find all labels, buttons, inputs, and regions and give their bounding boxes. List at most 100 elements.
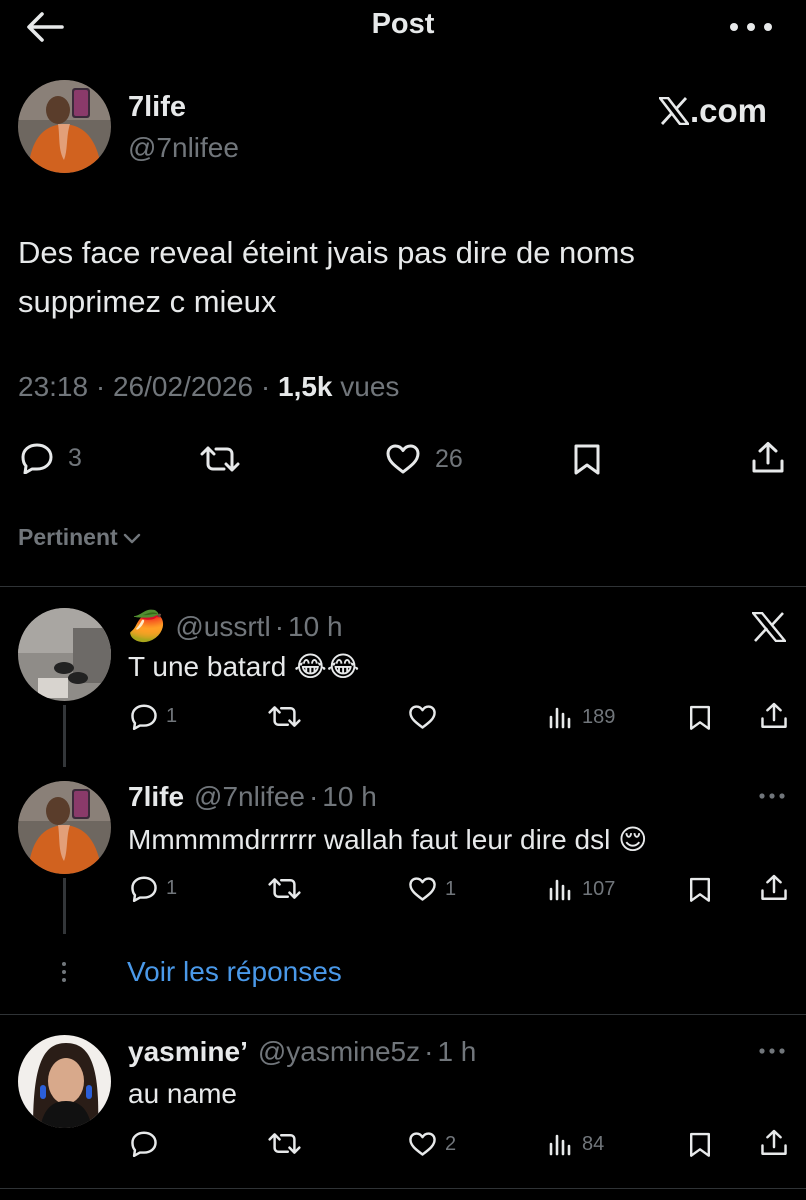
share-button[interactable] — [760, 702, 788, 730]
repost-button[interactable] — [268, 876, 309, 901]
reply-handle[interactable]: @7nlifee — [194, 781, 305, 813]
reply-button[interactable]: 1 — [130, 875, 177, 902]
more-options-button[interactable] — [726, 14, 776, 40]
reply-count: 3 — [68, 443, 82, 472]
post-date: 26/02/2026 — [112, 371, 254, 402]
reply-handle[interactable]: @ussrtl — [175, 611, 270, 643]
reply-button[interactable]: 3 — [20, 442, 82, 474]
bookmark-button[interactable] — [688, 1131, 712, 1158]
reply-avatar-7nlifee[interactable] — [18, 781, 111, 874]
bookmark-icon — [690, 877, 710, 902]
like-button[interactable]: 1 — [408, 876, 456, 902]
bar-chart-icon — [549, 707, 571, 729]
heart-icon — [409, 877, 436, 901]
thread-dots-icon — [60, 960, 68, 984]
reply-count: 1 — [166, 705, 178, 727]
share-button[interactable] — [760, 1129, 788, 1157]
views-count: 84 — [582, 1132, 605, 1155]
more-horizontal-icon — [730, 23, 772, 31]
views-count: 107 — [582, 877, 616, 900]
reply-name[interactable]: yasmine’ — [128, 1036, 248, 1068]
divider — [0, 586, 806, 587]
like-count: 26 — [435, 444, 463, 473]
author-handle[interactable]: @7nlifee — [128, 132, 239, 164]
meta-separator: · — [274, 611, 285, 642]
reply-text: au name — [128, 1078, 237, 1109]
reply-avatar-ussrtl[interactable] — [18, 608, 111, 701]
divider — [0, 1188, 806, 1189]
meta-separator: · — [260, 371, 271, 402]
meta-separator: · — [308, 781, 319, 812]
more-horizontal-icon — [759, 793, 785, 799]
thread-line — [63, 878, 66, 934]
show-replies-link[interactable]: Voir les réponses — [127, 956, 342, 988]
reply-handle[interactable]: @yasmine5z — [258, 1036, 420, 1068]
reply-count: 1 — [166, 877, 178, 899]
heart-icon — [409, 705, 436, 729]
reply-text: Mmmmmdrrrrrr wallah faut leur dire dsl 😌 — [128, 824, 648, 855]
reply-button[interactable] — [130, 1130, 166, 1157]
more-options-button[interactable] — [757, 1043, 787, 1059]
reply-icon — [21, 443, 53, 474]
more-options-button[interactable] — [757, 788, 787, 804]
reply-button[interactable]: 1 — [130, 703, 177, 730]
share-icon — [752, 442, 784, 473]
heart-icon — [386, 444, 420, 474]
post-text: Des face reveal éteint jvais pas dire de… — [18, 235, 635, 319]
bookmark-icon — [690, 1132, 710, 1157]
views-button[interactable]: 84 — [548, 1132, 604, 1156]
author-name[interactable]: 7life — [128, 91, 186, 124]
bookmark-icon — [574, 444, 600, 475]
chevron-down-icon — [123, 533, 140, 543]
reply-time[interactable]: 10 h — [288, 611, 343, 643]
reply-icon — [131, 704, 157, 730]
share-button[interactable] — [760, 874, 788, 902]
like-button[interactable]: 2 — [408, 1131, 456, 1157]
views-count: 189 — [582, 705, 616, 728]
reply-icon — [131, 876, 157, 902]
like-button[interactable] — [408, 704, 445, 730]
meta-separator: · — [95, 371, 106, 402]
repost-button[interactable] — [268, 1131, 309, 1156]
share-icon — [761, 874, 787, 900]
share-button[interactable] — [751, 441, 785, 475]
reply-time[interactable]: 1 h — [437, 1036, 476, 1068]
views-button[interactable]: 189 — [548, 705, 615, 729]
x-com-watermark: X.com .com — [659, 92, 767, 130]
post-time: 23:18 — [18, 371, 89, 402]
author-avatar[interactable] — [18, 80, 111, 173]
views-button[interactable]: 107 — [548, 877, 615, 901]
share-icon — [761, 1129, 787, 1155]
repost-icon — [268, 1133, 301, 1154]
bookmark-button[interactable] — [688, 876, 712, 903]
bookmark-button[interactable] — [688, 704, 712, 731]
more-horizontal-icon — [759, 1048, 785, 1054]
reply-time[interactable]: 10 h — [322, 781, 377, 813]
reply-avatar-yasmine5z[interactable] — [18, 1035, 111, 1128]
like-button[interactable]: 26 — [385, 443, 463, 475]
bookmark-button[interactable] — [572, 443, 602, 475]
repost-icon — [268, 706, 301, 727]
meta-separator: · — [424, 1036, 434, 1067]
mango-emoji: 🥭 — [128, 610, 166, 643]
sort-label: Pertinent — [18, 524, 118, 550]
bookmark-icon — [690, 705, 710, 730]
repost-button[interactable] — [268, 704, 309, 729]
sort-dropdown[interactable]: Pertinent — [18, 524, 142, 551]
reply-name[interactable]: 7life — [128, 781, 184, 813]
views-count: 1,5k — [278, 371, 333, 402]
like-count: 1 — [445, 877, 457, 900]
reply-icon — [131, 1131, 157, 1157]
reply-header: yasmine’ @yasmine5z · 1 h — [128, 1036, 476, 1068]
x-logo-icon — [752, 612, 786, 642]
repost-button[interactable] — [200, 444, 254, 474]
thread-line — [63, 705, 66, 767]
bar-chart-icon — [549, 879, 571, 901]
share-icon — [761, 702, 787, 728]
views-label: vues — [340, 371, 400, 402]
x-com-suffix: .com — [690, 92, 768, 129]
repost-icon — [200, 446, 240, 472]
bar-chart-icon — [549, 1134, 571, 1156]
heart-icon — [409, 1132, 436, 1156]
x-logo-icon — [659, 97, 689, 125]
